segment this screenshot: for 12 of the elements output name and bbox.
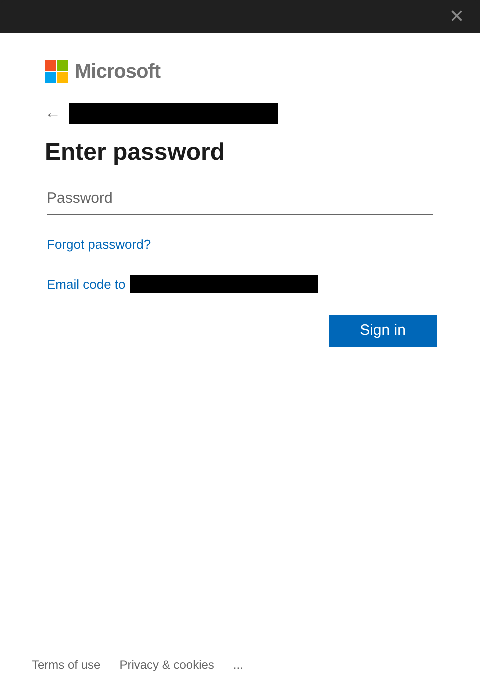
close-button[interactable]: × [434,0,480,33]
back-button[interactable]: ← [45,106,63,122]
logo-icon [45,60,69,84]
text-link[interactable]: Forgot password? [47,235,152,254]
password-field[interactable]: Password [47,183,433,215]
text-link[interactable]: Email code to [47,274,126,294]
footer-link[interactable]: ... [233,656,244,674]
sign-in-button[interactable]: Sign in [329,315,437,347]
page-heading: Enter password [45,138,226,168]
brand-name: Microsoft [75,60,160,85]
footer-link[interactable]: Terms of use [32,656,101,674]
footer-link[interactable]: Privacy & cookies [120,656,214,674]
